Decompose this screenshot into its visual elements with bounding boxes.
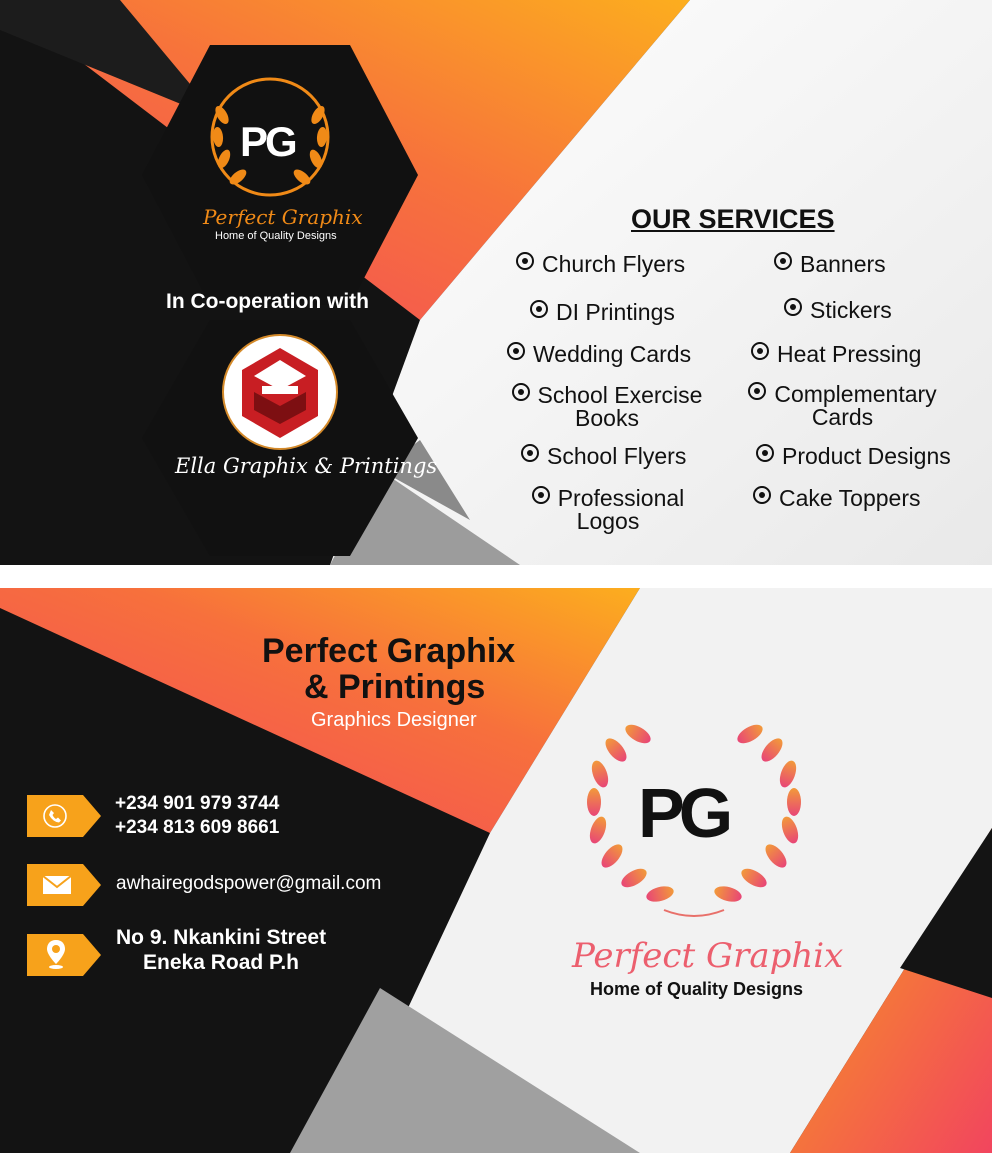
back-logo-script: Perfect Graphix bbox=[572, 936, 844, 976]
service-bullet-icon bbox=[530, 300, 548, 318]
back-logo-mark: PG bbox=[638, 774, 733, 852]
mail-icon bbox=[42, 875, 72, 894]
company-name-line1: Perfect Graphix bbox=[262, 632, 516, 670]
front-logo-script: Perfect Graphix bbox=[203, 205, 363, 229]
front-logo-mark: PG bbox=[240, 118, 298, 165]
phone-number-2: +234 813 609 8661 bbox=[115, 817, 280, 838]
service-item: School Exercise Books bbox=[507, 383, 707, 430]
service-bullet-icon bbox=[751, 342, 769, 360]
location-pin-icon bbox=[47, 940, 65, 969]
service-item: DI Printings bbox=[530, 300, 675, 324]
company-name-line2: & Printings bbox=[304, 668, 486, 706]
logo-hexagon bbox=[142, 45, 418, 305]
back-background bbox=[0, 588, 992, 1153]
partner-name: Ella Graphix & Printings bbox=[175, 454, 438, 478]
service-item: Banners bbox=[774, 252, 886, 276]
email-address[interactable]: awhairegodspower@gmail.com bbox=[116, 873, 381, 895]
service-bullet-icon bbox=[516, 252, 534, 270]
service-bullet-icon bbox=[521, 444, 539, 462]
service-bullet-icon bbox=[511, 383, 530, 401]
service-bullet-icon bbox=[774, 252, 792, 270]
service-item: Product Designs bbox=[756, 444, 951, 468]
service-bullet-icon bbox=[753, 486, 771, 504]
services-title: OUR SERVICES bbox=[631, 204, 835, 234]
back-logo-tagline: Home of Quality Designs bbox=[590, 979, 804, 999]
phone-number-1: +234 901 979 3744 bbox=[115, 793, 280, 814]
service-item: Professional Logos bbox=[523, 486, 693, 533]
service-bullet-icon bbox=[531, 486, 550, 504]
address-line-2: Eneka Road P.h bbox=[143, 951, 300, 974]
front-logo-tagline: Home of Quality Designs bbox=[215, 230, 337, 242]
service-item: Church Flyers bbox=[516, 252, 685, 276]
back-card: Perfect Graphix & Printings Graphics Des… bbox=[0, 588, 992, 1153]
service-item: Complementary Cards bbox=[735, 382, 950, 429]
service-item: Heat Pressing bbox=[751, 342, 921, 366]
partner-hexagon bbox=[142, 320, 418, 556]
service-item: School Flyers bbox=[521, 444, 686, 468]
job-role: Graphics Designer bbox=[311, 709, 477, 731]
cooperation-text: In Co-operation with bbox=[166, 290, 369, 313]
service-item: Wedding Cards bbox=[507, 342, 691, 366]
service-item: Stickers bbox=[784, 298, 892, 322]
service-bullet-icon bbox=[507, 342, 525, 360]
service-item: Cake Toppers bbox=[753, 486, 921, 510]
service-bullet-icon bbox=[756, 444, 774, 462]
front-card: PG Perfect Graphix Home of Quality Desig… bbox=[0, 0, 992, 565]
service-bullet-icon bbox=[748, 382, 767, 400]
address-line-1: No 9. Nkankini Street bbox=[116, 926, 327, 949]
service-bullet-icon bbox=[784, 298, 802, 316]
phone-icon bbox=[43, 804, 67, 828]
